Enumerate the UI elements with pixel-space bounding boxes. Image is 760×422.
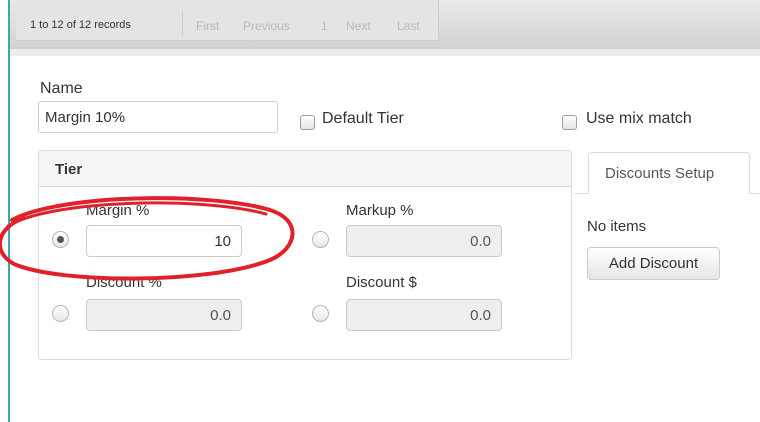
- markup-input[interactable]: 0.0: [346, 225, 502, 257]
- markup-label: Markup %: [346, 202, 414, 219]
- pager-toolbar: 1 to 12 of 12 records First Previous 1 N…: [10, 0, 760, 50]
- markup-value: 0.0: [470, 233, 491, 250]
- pager-page-number[interactable]: 1: [321, 19, 328, 33]
- margin-label: Margin %: [86, 202, 150, 219]
- pager-controls: 1 to 12 of 12 records First Previous 1 N…: [16, 0, 439, 41]
- pager-last-link[interactable]: Last: [397, 19, 420, 33]
- left-window-edge: [0, 0, 10, 422]
- tier-panel-header: Tier: [39, 151, 571, 187]
- name-label: Name: [40, 80, 83, 97]
- discount-amount-radio[interactable]: [312, 305, 329, 322]
- pager-bottom-strip: [10, 49, 760, 56]
- default-tier-checkbox[interactable]: [300, 115, 315, 130]
- page: 1 to 12 of 12 records First Previous 1 N…: [0, 0, 760, 422]
- add-discount-button[interactable]: Add Discount: [587, 247, 720, 280]
- discount-amount-input[interactable]: 0.0: [346, 299, 502, 331]
- margin-input[interactable]: 10: [86, 225, 242, 257]
- pager-previous-link[interactable]: Previous: [243, 19, 290, 33]
- margin-radio[interactable]: [52, 231, 69, 248]
- tab-discounts-setup[interactable]: Discounts Setup: [588, 152, 750, 194]
- discount-amount-label: Discount $: [346, 274, 417, 291]
- no-items-text: No items: [587, 218, 647, 235]
- edge-accent-line: [8, 0, 10, 422]
- discount-amount-value: 0.0: [470, 307, 491, 324]
- use-mix-match-checkbox[interactable]: [562, 115, 577, 130]
- active-tab-gap: [589, 193, 748, 194]
- markup-radio[interactable]: [312, 231, 329, 248]
- tier-panel: Tier Margin % 10 Markup % 0.0 Discount %…: [38, 150, 572, 360]
- discount-percent-input[interactable]: 0.0: [86, 299, 242, 331]
- tier-title: Tier: [55, 161, 83, 178]
- pager-divider: [182, 10, 183, 36]
- discount-percent-value: 0.0: [210, 307, 231, 324]
- name-input[interactable]: [38, 101, 278, 133]
- margin-value: 10: [214, 233, 231, 250]
- pager-next-link[interactable]: Next: [346, 19, 371, 33]
- pager-first-link[interactable]: First: [196, 19, 219, 33]
- tab-discounts-setup-label: Discounts Setup: [605, 165, 715, 182]
- default-tier-label: Default Tier: [322, 110, 404, 127]
- use-mix-match-label: Use mix match: [586, 110, 692, 127]
- discount-percent-label: Discount %: [86, 274, 162, 291]
- record-count: 1 to 12 of 12 records: [30, 19, 131, 31]
- discount-percent-radio[interactable]: [52, 305, 69, 322]
